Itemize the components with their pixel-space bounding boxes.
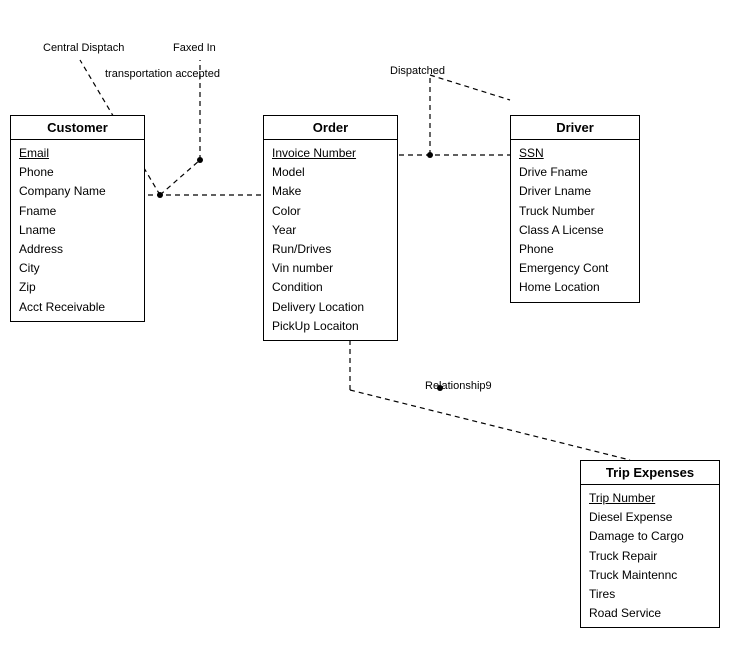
customer-field-lname: Lname xyxy=(19,221,136,240)
diagram-canvas: Customer Email Phone Company Name Fname … xyxy=(0,0,746,662)
driver-field-home: Home Location xyxy=(519,278,631,297)
order-field-pickup: PickUp Locaiton xyxy=(272,317,389,336)
trip-field-diesel: Diesel Expense xyxy=(589,508,711,527)
order-field-delivery: Delivery Location xyxy=(272,298,389,317)
order-field-rundrives: Run/Drives xyxy=(272,240,389,259)
label-central-dispatch: Central Disptach xyxy=(43,42,124,54)
trip-field-repair: Truck Repair xyxy=(589,547,711,566)
order-field-model: Model xyxy=(272,163,389,182)
customer-field-phone: Phone xyxy=(19,163,136,182)
trip-field-road: Road Service xyxy=(589,604,711,623)
trip-expenses-entity: Trip Expenses Trip Number Diesel Expense… xyxy=(580,460,720,628)
customer-field-zip: Zip xyxy=(19,278,136,297)
driver-body: SSN Drive Fname Driver Lname Truck Numbe… xyxy=(511,140,639,302)
customer-field-acct: Acct Receivable xyxy=(19,298,136,317)
order-body: Invoice Number Model Make Color Year Run… xyxy=(264,140,397,340)
order-field-make: Make xyxy=(272,182,389,201)
customer-field-email: Email xyxy=(19,144,136,163)
order-title: Order xyxy=(264,116,397,140)
customer-field-company: Company Name xyxy=(19,182,136,201)
trip-field-tires: Tires xyxy=(589,585,711,604)
driver-field-truck-num: Truck Number xyxy=(519,202,631,221)
trip-expenses-title: Trip Expenses xyxy=(581,461,719,485)
driver-field-phone: Phone xyxy=(519,240,631,259)
customer-body: Email Phone Company Name Fname Lname Add… xyxy=(11,140,144,321)
customer-title: Customer xyxy=(11,116,144,140)
driver-field-ssn: SSN xyxy=(519,144,631,163)
order-field-invoice: Invoice Number xyxy=(272,144,389,163)
trip-field-damage: Damage to Cargo xyxy=(589,527,711,546)
driver-field-fname: Drive Fname xyxy=(519,163,631,182)
trip-expenses-body: Trip Number Diesel Expense Damage to Car… xyxy=(581,485,719,627)
order-field-year: Year xyxy=(272,221,389,240)
driver-title: Driver xyxy=(511,116,639,140)
driver-field-lname: Driver Lname xyxy=(519,182,631,201)
order-field-condition: Condition xyxy=(272,278,389,297)
customer-field-address: Address xyxy=(19,240,136,259)
driver-field-class-a: Class A License xyxy=(519,221,631,240)
order-entity: Order Invoice Number Model Make Color Ye… xyxy=(263,115,398,341)
customer-entity: Customer Email Phone Company Name Fname … xyxy=(10,115,145,322)
label-relationship9: Relationship9 xyxy=(425,380,492,392)
driver-field-emergency: Emergency Cont xyxy=(519,259,631,278)
label-faxed-in: Faxed In xyxy=(173,42,216,54)
label-transportation-accepted: transportation accepted xyxy=(105,68,220,80)
customer-field-city: City xyxy=(19,259,136,278)
trip-field-number: Trip Number xyxy=(589,489,711,508)
order-field-color: Color xyxy=(272,202,389,221)
label-dispatched: Dispatched xyxy=(390,65,445,77)
order-field-vin: Vin number xyxy=(272,259,389,278)
trip-field-maintenance: Truck Maintennc xyxy=(589,566,711,585)
driver-entity: Driver SSN Drive Fname Driver Lname Truc… xyxy=(510,115,640,303)
customer-field-fname: Fname xyxy=(19,202,136,221)
